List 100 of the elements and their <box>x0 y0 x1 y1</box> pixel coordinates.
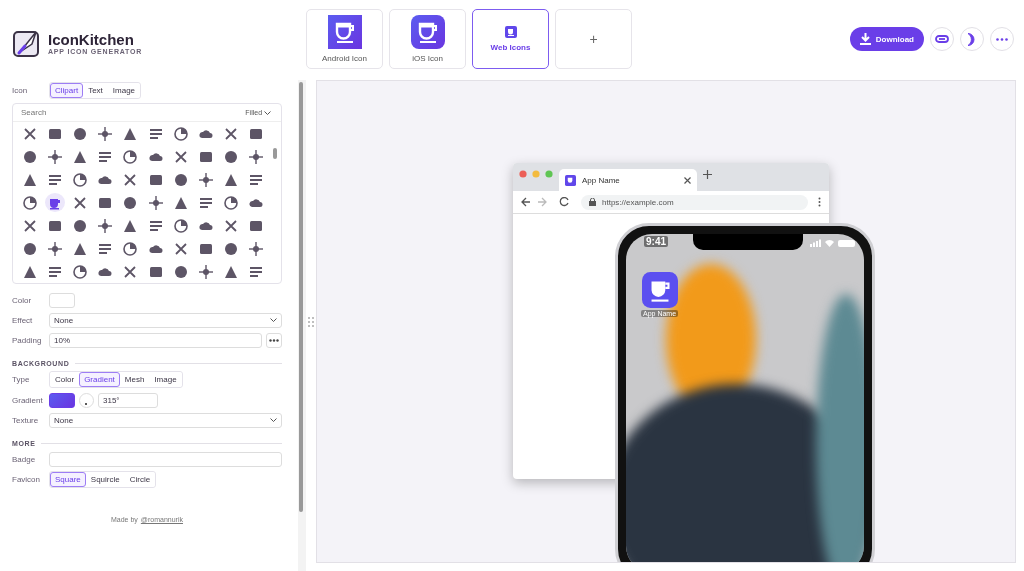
clipart-icon <box>47 149 62 164</box>
status-icons <box>810 239 858 247</box>
lock-icon <box>589 198 596 206</box>
clipart-icon <box>47 241 62 256</box>
clipart-icon <box>249 218 264 233</box>
clipart-icon <box>199 149 213 164</box>
clipart-icon <box>148 126 163 141</box>
clipart-icon <box>47 172 62 187</box>
ellipsis-icon <box>269 338 279 342</box>
navigation-arrows-icon <box>521 197 571 207</box>
clipart-icon <box>123 172 138 187</box>
clipart-icon <box>249 241 264 256</box>
clipart-icon <box>249 126 264 141</box>
clipart-icon <box>249 264 264 279</box>
field-label: Padding <box>12 335 43 345</box>
close-icon <box>684 176 691 184</box>
clipart-item[interactable] <box>196 262 216 281</box>
clipart-icon <box>123 149 138 164</box>
color-swatch[interactable] <box>49 292 75 308</box>
kebab-menu-icon <box>818 197 821 207</box>
cup-app-icon <box>327 15 362 49</box>
type-tab[interactable]: Gradient <box>79 372 120 387</box>
ellipsis-icon <box>996 37 1008 41</box>
target-tab[interactable]: iOS Icon <box>389 9 466 69</box>
clipart-icon <box>73 149 87 164</box>
clipart-icon <box>123 126 138 141</box>
clipart-icon <box>224 241 239 256</box>
clipart-icon <box>22 218 37 233</box>
clipart-icon <box>22 241 37 256</box>
target-tab[interactable]: + <box>555 9 632 69</box>
clipart-icon <box>73 126 87 141</box>
more-options-button[interactable] <box>266 332 282 348</box>
theme-toggle-button[interactable] <box>960 27 984 51</box>
clipart-icon <box>224 264 239 279</box>
drag-handle-icon[interactable] <box>308 316 314 327</box>
clipart-icon <box>22 172 37 187</box>
clipart-icon <box>148 218 163 233</box>
clipart-icon <box>199 172 213 187</box>
clipart-icon <box>173 218 188 233</box>
window-controls-icon <box>519 170 553 178</box>
effect-dropdown[interactable]: None <box>49 312 282 328</box>
clipart-icon <box>173 172 188 187</box>
clipart-icon <box>73 218 87 233</box>
link-icon <box>935 35 949 43</box>
download-icon <box>859 33 871 45</box>
clipart-icon <box>173 241 188 256</box>
field-label: Texture <box>12 415 40 425</box>
plus-icon <box>703 169 712 179</box>
field-label: Type <box>12 375 31 384</box>
cup-app-icon <box>641 272 678 308</box>
favicon-tab[interactable]: Square <box>50 472 86 487</box>
clipart-icon <box>123 264 138 279</box>
clipart-icon <box>47 264 62 279</box>
chevron-down-icon <box>264 111 271 115</box>
angle-field[interactable]: 315° <box>98 392 158 408</box>
target-tab[interactable]: Web Icons <box>472 9 549 69</box>
gradient-swatch[interactable] <box>49 392 75 408</box>
clipart-icon <box>98 195 113 210</box>
clipart-icon <box>148 264 163 279</box>
clipart-icon <box>47 126 62 141</box>
url-text: https://example.com <box>602 197 674 207</box>
more-menu-button[interactable] <box>990 27 1014 51</box>
link-button[interactable] <box>930 27 954 51</box>
clipart-icon <box>73 241 87 256</box>
field-label: Gradient <box>12 395 44 405</box>
clipart-icon <box>199 195 213 210</box>
clipart-icon <box>98 218 113 233</box>
clipart-icon <box>98 149 113 164</box>
field-label: Favicon <box>12 475 41 484</box>
download-button[interactable]: Download <box>849 27 924 51</box>
badge-field[interactable] <box>49 451 282 467</box>
clipart-icon <box>98 126 113 141</box>
chevron-down-icon <box>270 418 277 422</box>
status-time: 9:41 <box>644 236 668 247</box>
field-label: Icon <box>12 86 29 95</box>
clipart-item[interactable] <box>196 170 216 189</box>
clipart-icon <box>47 218 62 233</box>
chevron-down-icon <box>270 318 277 322</box>
clipart-icon <box>224 195 239 210</box>
clipart-icon <box>224 218 239 233</box>
target-tab[interactable]: Android Icon <box>306 9 383 69</box>
cup-app-icon <box>410 15 445 49</box>
cup-app-icon <box>504 26 517 38</box>
clipart-icon <box>22 126 37 141</box>
source-tab[interactable]: Clipart <box>50 83 84 98</box>
clipart-icon <box>224 172 239 187</box>
clipart-icon <box>73 172 87 187</box>
field-label: Color <box>12 295 33 305</box>
texture-dropdown[interactable]: None <box>49 412 282 428</box>
padding-field[interactable]: 10% <box>49 332 262 348</box>
field-label: Effect <box>12 315 34 325</box>
clipart-item[interactable] <box>44 193 65 212</box>
clipart-icon <box>148 195 163 210</box>
clipart-icon <box>199 241 213 256</box>
clipart-icon <box>249 172 264 187</box>
clipart-icon <box>22 149 37 164</box>
clipart-icon <box>173 149 188 164</box>
clipart-item[interactable] <box>70 262 90 281</box>
tab-title: App Name <box>582 175 621 185</box>
clipart-item[interactable] <box>70 170 90 189</box>
